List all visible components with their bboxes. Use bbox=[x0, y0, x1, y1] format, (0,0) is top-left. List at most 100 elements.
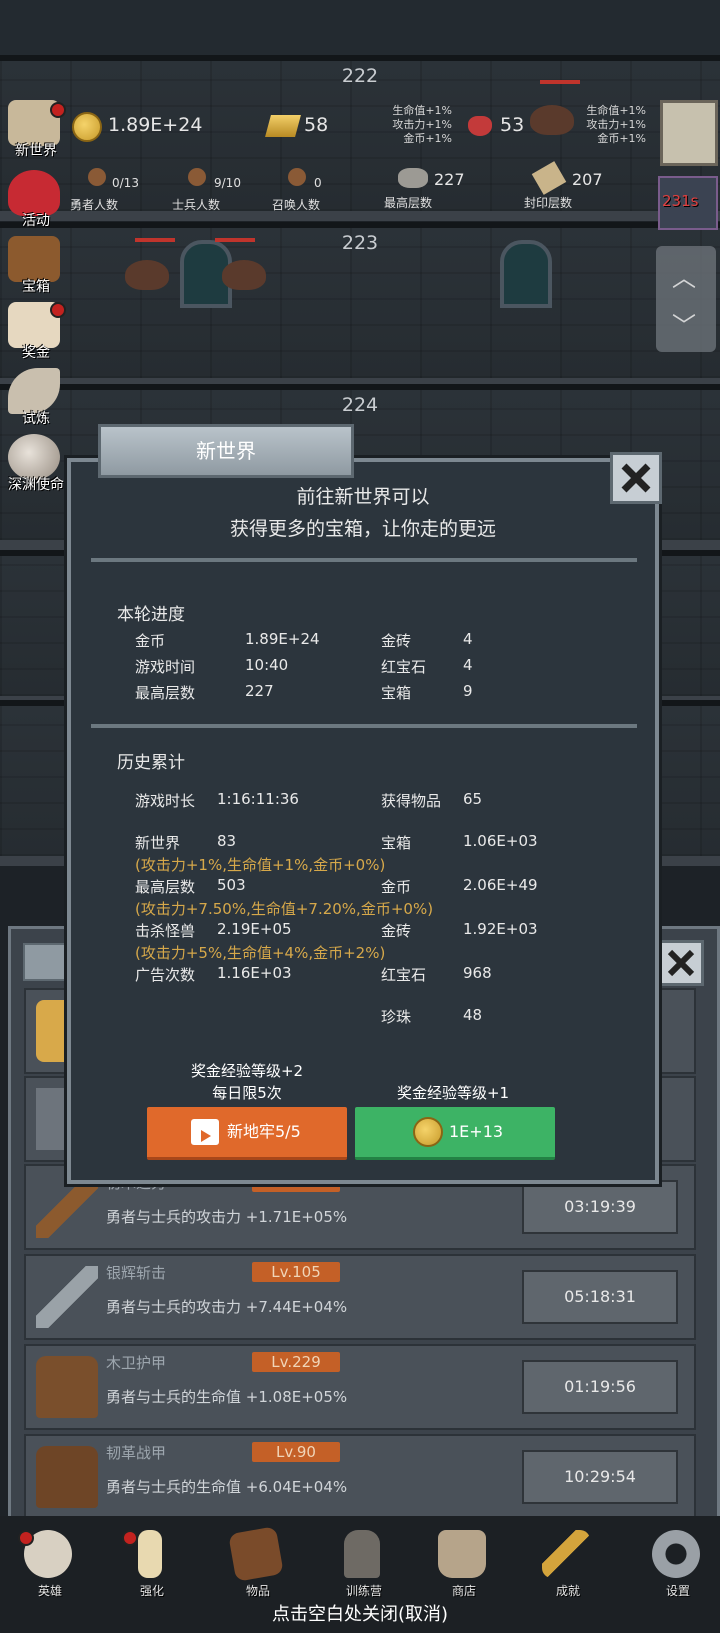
item-description: 勇者与士兵的攻击力 +7.44E+04% bbox=[106, 1298, 348, 1316]
nav-settings[interactable]: 设置 bbox=[638, 1530, 710, 1600]
notification-dot bbox=[50, 102, 66, 118]
stat-value: 4 bbox=[463, 630, 473, 648]
nav-heroes[interactable]: 英雄 bbox=[10, 1530, 82, 1600]
item-timer-button[interactable]: 01:19:56 bbox=[522, 1360, 678, 1414]
bonus-text: (攻击力+5%,生命值+4%,金币+2%) bbox=[135, 944, 386, 962]
stat-value: 1.06E+03 bbox=[463, 832, 538, 850]
stat-label: 游戏时长 bbox=[135, 792, 196, 810]
close-icon bbox=[667, 949, 695, 977]
new-world-dialog: 前往新世界可以 获得更多的宝箱，让你走的更远 本轮进度 金币 1.89E+24 … bbox=[67, 458, 659, 1184]
item-level-badge: Lv.90 bbox=[252, 1442, 340, 1462]
timer-value: 231s bbox=[662, 192, 699, 210]
stat-label: 最高层数 bbox=[135, 684, 196, 702]
soldier-count-label: 士兵人数 bbox=[172, 198, 221, 212]
stone-icon bbox=[398, 168, 428, 188]
list-item[interactable]: 银辉斩击 Lv.105 勇者与士兵的攻击力 +7.44E+04% 05:18:3… bbox=[24, 1254, 696, 1340]
nav-label: 英雄 bbox=[37, 1584, 62, 1598]
history-title: 历史累计 bbox=[117, 753, 185, 773]
list-item[interactable]: 木卫护甲 Lv.229 勇者与士兵的生命值 +1.08E+05% 01:19:5… bbox=[24, 1344, 696, 1430]
timer-box[interactable]: 231s bbox=[658, 176, 718, 230]
close-hint[interactable]: 点击空白处关闭(取消) bbox=[0, 1600, 720, 1626]
menu-label: 深渊使命 bbox=[8, 477, 64, 493]
nav-items[interactable]: 物品 bbox=[218, 1526, 290, 1600]
intro-line-1: 前往新世界可以 bbox=[296, 486, 430, 508]
stat-value: 2.06E+49 bbox=[463, 876, 538, 894]
leather-armor-icon bbox=[36, 1446, 98, 1508]
menu-chest[interactable]: 宝箱 bbox=[4, 236, 64, 296]
floor-number: 224 bbox=[341, 394, 379, 416]
item-timer-button[interactable]: 10:29:54 bbox=[522, 1450, 678, 1504]
stat-label: 击杀怪兽 bbox=[135, 922, 196, 940]
coin-purchase-button[interactable]: 1E+13 bbox=[355, 1107, 555, 1160]
item-description: 勇者与士兵的攻击力 +1.71E+05% bbox=[106, 1208, 348, 1226]
panel-close-button[interactable] bbox=[658, 940, 704, 986]
item-description: 勇者与士兵的生命值 +6.04E+04% bbox=[106, 1478, 348, 1496]
menu-label: 新世界 bbox=[15, 143, 57, 159]
ruby-amount: 53 bbox=[500, 114, 525, 136]
candle-icon[interactable] bbox=[660, 100, 718, 166]
divider bbox=[91, 558, 637, 562]
new-dungeon-video-button[interactable]: 新地牢5/5 bbox=[147, 1107, 347, 1160]
nav-label: 训练营 bbox=[345, 1584, 382, 1598]
chevron-up-icon[interactable]: ︿ bbox=[672, 258, 696, 293]
enemy-health-bar bbox=[135, 238, 175, 242]
max-floor-value: 227 bbox=[434, 170, 465, 189]
menu-trial[interactable]: 试炼 bbox=[4, 368, 64, 428]
stat-value: 65 bbox=[463, 790, 483, 808]
floor-number: 222 bbox=[341, 65, 379, 87]
gold-bar-icon bbox=[265, 115, 301, 137]
stat-value: 503 bbox=[217, 876, 246, 894]
stat-label: 广告次数 bbox=[135, 966, 196, 984]
stat-value: 968 bbox=[463, 964, 492, 982]
nav-label: 成就 bbox=[555, 1584, 580, 1598]
dialog-close-button[interactable] bbox=[610, 452, 662, 504]
item-timer-button[interactable]: 05:18:31 bbox=[522, 1270, 678, 1324]
list-item[interactable]: 韧革战甲 Lv.90 勇者与士兵的生命值 +6.04E+04% 10:29:54 bbox=[24, 1434, 696, 1520]
stat-label: 宝箱 bbox=[381, 834, 412, 852]
stat-value: 83 bbox=[217, 832, 237, 850]
item-timer-button[interactable]: 03:19:39 bbox=[522, 1180, 678, 1234]
divider bbox=[91, 724, 637, 728]
video-button-label: 新地牢5/5 bbox=[227, 1122, 301, 1141]
nav-label: 强化 bbox=[139, 1584, 164, 1598]
seal-floor-value: 207 bbox=[572, 170, 603, 189]
hero-count: 0/13 bbox=[112, 176, 139, 190]
nav-label: 设置 bbox=[665, 1584, 690, 1598]
item-name: 韧革战甲 bbox=[106, 1444, 167, 1462]
notification-dot bbox=[50, 302, 66, 318]
enemy-health-bar bbox=[215, 238, 255, 242]
menu-bonus[interactable]: 奖金 bbox=[4, 302, 66, 362]
stat-label: 红宝石 bbox=[381, 966, 427, 984]
key-icon bbox=[542, 1530, 590, 1578]
chevron-down-icon[interactable]: ﹀ bbox=[672, 306, 696, 341]
stat-value: 1.92E+03 bbox=[463, 920, 538, 938]
dialog-title-tab: 新世界 bbox=[98, 424, 354, 478]
max-floor-label: 最高层数 bbox=[384, 196, 433, 210]
intro-line-2: 获得更多的宝箱，让你走的更远 bbox=[229, 518, 496, 540]
item-level-badge: Lv.229 bbox=[252, 1352, 340, 1372]
notification-dot bbox=[122, 1530, 138, 1546]
menu-events[interactable]: 活动 bbox=[4, 170, 64, 230]
menu-new-world[interactable]: 新世界 bbox=[4, 100, 66, 160]
menu-abyss[interactable]: 深渊使命 bbox=[4, 434, 64, 494]
summon-count-label: 召唤人数 bbox=[272, 198, 321, 212]
wooden-sword-icon bbox=[36, 1176, 98, 1238]
menu-label: 宝箱 bbox=[22, 279, 50, 295]
summon-icon bbox=[288, 168, 306, 186]
stat-value: 227 bbox=[245, 682, 274, 700]
bat-enemy-icon[interactable] bbox=[530, 105, 574, 135]
bat-enemy-icon[interactable] bbox=[222, 260, 266, 290]
nav-enhance[interactable]: 强化 bbox=[112, 1530, 184, 1600]
bat-enemy-icon[interactable] bbox=[125, 260, 169, 290]
hero-count-label: 勇者人数 bbox=[70, 198, 119, 212]
nav-shop[interactable]: 商店 bbox=[424, 1530, 496, 1600]
enemy-health-bar bbox=[540, 80, 580, 84]
coin-note: 奖金经验等级+1 bbox=[396, 1084, 510, 1102]
nav-training[interactable]: 训练营 bbox=[324, 1530, 396, 1600]
summon-count: 0 bbox=[314, 176, 322, 190]
floor-223: 223 bbox=[0, 222, 720, 388]
nav-achievements[interactable]: 成就 bbox=[528, 1530, 600, 1600]
stat-label: 红宝石 bbox=[381, 658, 427, 676]
stat-label: 游戏时间 bbox=[135, 658, 196, 676]
item-level-badge: Lv.105 bbox=[252, 1262, 340, 1282]
